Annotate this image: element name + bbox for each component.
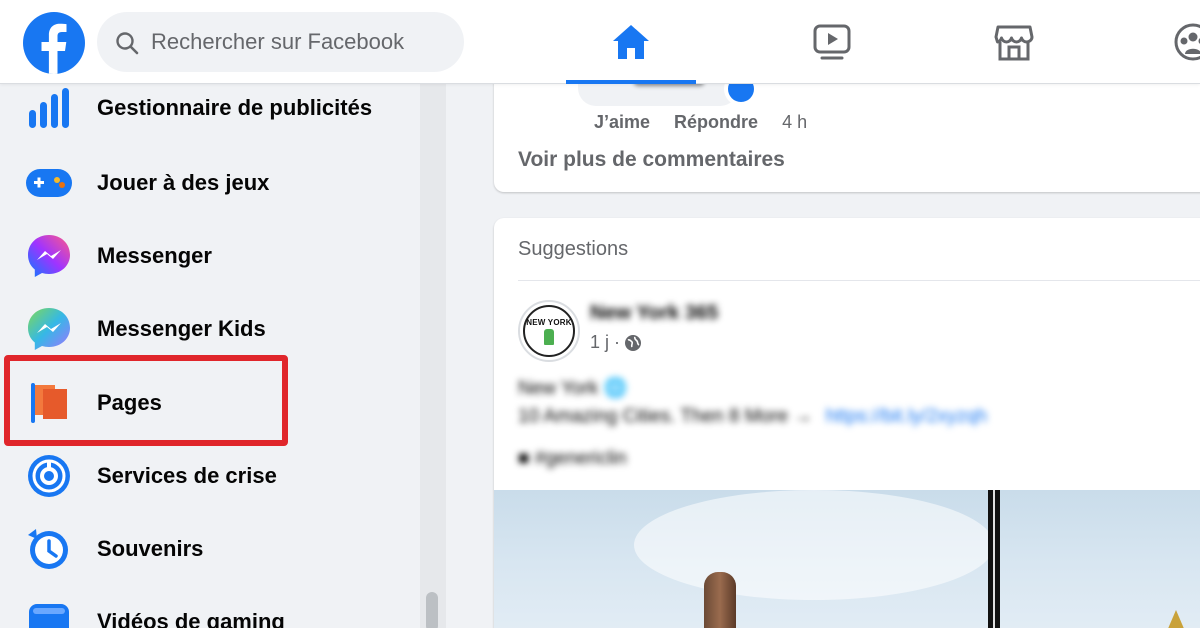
sidebar-item-label: Messenger Kids xyxy=(97,316,266,341)
sidebar-item-crisis-response[interactable]: Services de crise xyxy=(20,444,410,508)
groups-icon xyxy=(1174,23,1200,61)
sidebar-item-label: Messenger xyxy=(97,243,212,268)
reply-comment-link[interactable]: Répondre xyxy=(674,112,758,133)
sidebar-item-gaming[interactable]: Jouer à des jeux xyxy=(20,151,410,215)
sidebar-item-label: Jouer à des jeux xyxy=(97,170,270,195)
post-image[interactable] xyxy=(494,490,1200,628)
post-text: 10 Amazing Cities. Then 8 More → xyxy=(518,406,813,427)
sidebar-item-messenger[interactable]: Messenger xyxy=(20,224,410,288)
marketplace-store-icon xyxy=(994,25,1034,61)
suggestions-title: Suggestions xyxy=(518,238,629,260)
left-sidebar: Gestionnaire de publicités Jouer à des j… xyxy=(0,84,420,628)
post-hashtag[interactable]: ■ #genericlin xyxy=(518,448,627,470)
more-comments-link[interactable]: Voir plus de commentaires xyxy=(518,148,785,172)
comment-actions: J’aime Répondre 4 h xyxy=(594,112,807,133)
comment-timestamp[interactable]: 4 h xyxy=(782,112,807,133)
search-icon xyxy=(116,32,139,55)
pages-highlight-box xyxy=(4,355,288,446)
messenger-icon xyxy=(20,227,78,285)
post-link[interactable]: https://bit.ly/2xyzqh xyxy=(826,406,988,427)
sidebar-item-gaming-video[interactable]: Vidéos de gaming xyxy=(20,590,410,628)
tab-marketplace[interactable] xyxy=(949,0,1079,84)
post-age[interactable]: 1 j · xyxy=(590,332,620,353)
gaming-video-icon xyxy=(20,593,78,628)
search-input[interactable] xyxy=(151,12,451,72)
sidebar-scrollbar-track[interactable] xyxy=(420,84,446,628)
messenger-kids-icon xyxy=(20,300,78,358)
page-avatar[interactable]: NEW YORK xyxy=(518,300,580,362)
sidebar-scrollbar-thumb[interactable] xyxy=(426,592,438,628)
memories-clock-icon xyxy=(20,520,78,578)
tab-groups[interactable] xyxy=(1150,0,1200,84)
sidebar-item-label: Services de crise xyxy=(97,463,277,488)
post-text-line: New York 🌐 xyxy=(518,378,628,399)
home-icon xyxy=(613,25,649,59)
tab-watch[interactable] xyxy=(767,0,897,84)
like-comment-link[interactable]: J’aime xyxy=(594,112,650,133)
sidebar-item-label: Souvenirs xyxy=(97,536,204,561)
sidebar-item-memories[interactable]: Souvenirs xyxy=(20,517,410,581)
top-navigation-bar xyxy=(0,0,1200,84)
ads-manager-icon xyxy=(20,79,78,137)
avatar-logo-text: NEW YORK xyxy=(526,317,572,327)
suggestions-card: Suggestions NEW YORK New York 365 1 j · … xyxy=(494,218,1200,628)
globe-icon xyxy=(625,334,642,351)
sidebar-item-label: Vidéos de gaming xyxy=(97,609,285,628)
suggested-page-name[interactable]: New York 365 xyxy=(590,302,718,325)
facebook-logo-icon[interactable] xyxy=(23,12,85,74)
gaming-icon xyxy=(20,154,78,212)
sidebar-item-ads-manager[interactable]: Gestionnaire de publicités xyxy=(20,76,410,140)
crisis-response-icon xyxy=(20,447,78,505)
sidebar-item-label: Gestionnaire de publicités xyxy=(97,95,373,120)
statue-of-liberty-icon xyxy=(544,328,554,345)
post-meta: 1 j · xyxy=(590,332,642,353)
search-box[interactable] xyxy=(97,12,464,72)
sidebar-item-messenger-kids[interactable]: Messenger Kids xyxy=(20,297,410,361)
watch-video-icon xyxy=(813,24,851,60)
statue-torch xyxy=(704,572,736,628)
post-text-line: 10 Amazing Cities. Then 8 More → https:/… xyxy=(518,406,987,428)
tab-home[interactable] xyxy=(566,0,696,84)
divider xyxy=(518,280,1200,281)
